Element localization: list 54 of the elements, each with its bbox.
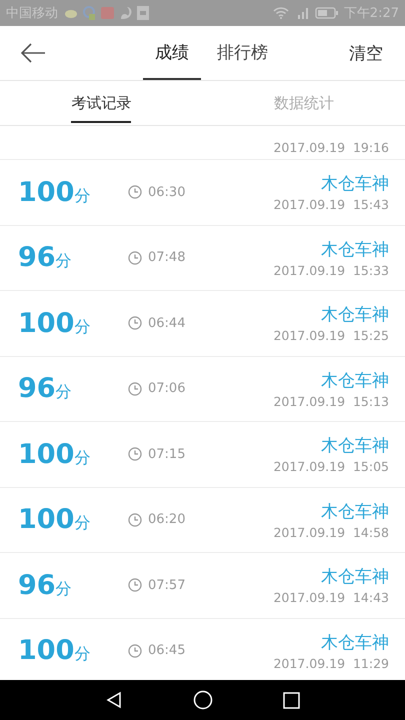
clear-button[interactable]: 清空 xyxy=(343,40,389,66)
duration: 06:30 xyxy=(148,184,186,200)
user-name: 木仓车神 xyxy=(321,304,389,326)
score: 96分 xyxy=(18,570,73,601)
wifi-icon xyxy=(272,7,289,19)
home-circle-icon[interactable] xyxy=(193,690,213,710)
score: 96分 xyxy=(18,242,73,274)
user-name: 木仓车神 xyxy=(321,632,389,654)
score: 100分 xyxy=(18,635,92,666)
header-tab[interactable]: 成绩 xyxy=(143,26,201,80)
record-date: 2017.09.19 19:16 xyxy=(273,140,389,155)
user-name: 木仓车神 xyxy=(321,173,389,196)
score: 100分 xyxy=(18,438,92,470)
record-date: 2017.09.19 14:43 xyxy=(273,590,389,606)
score: 100分 xyxy=(18,176,92,208)
app-icon xyxy=(101,7,114,19)
record-date: 2017.09.19 15:13 xyxy=(273,394,389,409)
clock-icon xyxy=(128,185,142,200)
user-name: 木仓车神 xyxy=(321,238,389,261)
clock-icon xyxy=(128,382,142,396)
duration: 07:06 xyxy=(148,381,186,396)
header-tab[interactable]: 排行榜 xyxy=(205,26,280,80)
weather-icon xyxy=(63,8,77,18)
score: 96分 xyxy=(18,373,73,404)
app-icon xyxy=(82,5,96,21)
record-date: 2017.09.19 14:58 xyxy=(273,524,389,540)
clock-icon xyxy=(128,316,142,330)
user-name: 木仓车神 xyxy=(321,566,389,588)
duration: 07:57 xyxy=(148,578,186,593)
clock-icon xyxy=(128,578,142,592)
clock-icon xyxy=(128,644,142,658)
duration: 06:44 xyxy=(148,316,186,331)
duration: 06:20 xyxy=(148,512,186,528)
record-date: 2017.09.19 15:05 xyxy=(273,459,389,474)
record-date: 2017.09.19 15:43 xyxy=(273,197,389,212)
recents-square-icon[interactable] xyxy=(283,692,300,708)
clock-icon xyxy=(128,447,142,462)
duration: 06:45 xyxy=(148,643,186,658)
sub-tab[interactable]: 考试记录 xyxy=(0,81,202,125)
user-name: 木仓车神 xyxy=(321,500,389,523)
duration: 07:48 xyxy=(148,250,186,266)
record-date: 2017.09.19 11:29 xyxy=(273,656,389,671)
clock-icon xyxy=(128,512,142,527)
user-name: 木仓车神 xyxy=(321,370,389,392)
back-triangle-icon[interactable] xyxy=(105,691,123,709)
duration: 07:15 xyxy=(148,446,186,462)
score: 100分 xyxy=(18,308,92,339)
score: 100分 xyxy=(18,504,92,536)
user-name: 木仓车神 xyxy=(321,435,389,458)
back-arrow-icon[interactable] xyxy=(20,43,46,63)
battery-icon xyxy=(314,7,339,19)
clock-icon xyxy=(128,250,142,265)
record-date: 2017.09.19 15:25 xyxy=(273,328,389,344)
record-date: 2017.09.19 15:33 xyxy=(273,262,389,278)
